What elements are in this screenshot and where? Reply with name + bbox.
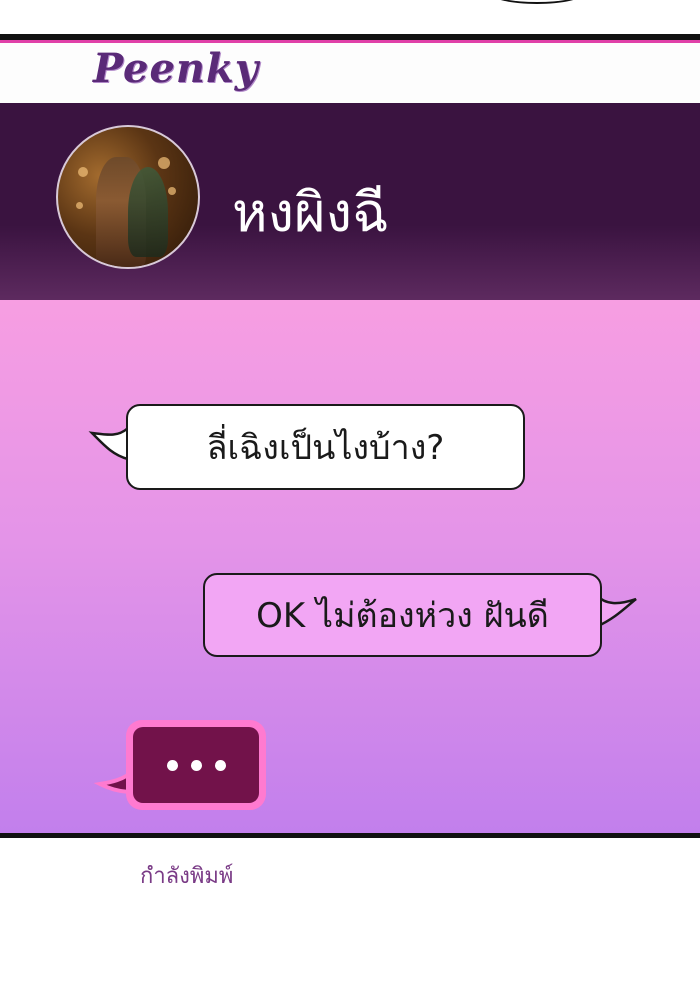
outgoing-message-text: OK ไม่ต้องห่วง ฝันดี [256,596,549,636]
incoming-bubble-tail [88,427,129,461]
app-bar: Peenky [0,43,700,103]
chat-area[interactable]: ลี่เฉิงเป็นไงบ้าง? OK ไม่ต้องห่วง ฝันดี [0,300,700,833]
typing-dot [166,759,178,771]
avatar-bokeh-light [168,187,176,195]
panel-edge-decoration [490,0,584,4]
avatar-bokeh-light [78,167,88,177]
typing-indicator-bubble [126,720,266,810]
typing-status-text: กำลังพิมพ์ [140,864,234,889]
contact-name: หงผิงฉี [232,181,389,244]
chat-header: หงผิงฉี [0,103,700,300]
contact-avatar[interactable] [56,125,200,269]
typing-dot [190,759,202,771]
outgoing-message-bubble[interactable]: OK ไม่ต้องห่วง ฝันดี [203,573,602,657]
typing-indicator-inner [133,727,259,803]
avatar-bokeh-light [76,202,83,209]
incoming-message-text: ลี่เฉิงเป็นไงบ้าง? [206,428,445,468]
incoming-message-bubble[interactable]: ลี่เฉิงเป็นไงบ้าง? [126,404,525,490]
typing-dot [214,759,226,771]
frame-border-bottom [0,833,700,838]
app-logo: Peenky [93,45,259,92]
avatar-hair [128,167,168,257]
avatar-bokeh-light [158,157,170,169]
